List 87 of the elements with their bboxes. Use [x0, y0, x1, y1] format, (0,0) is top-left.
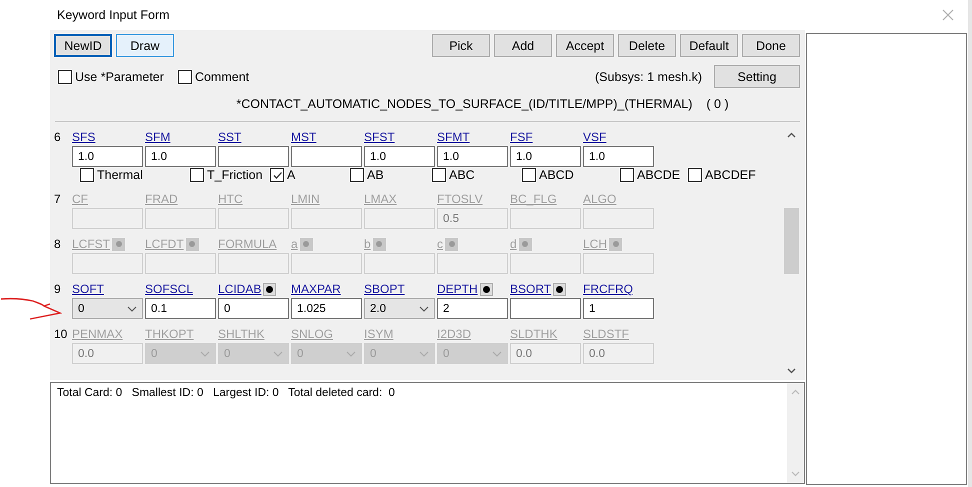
input-field[interactable]: 1.025	[291, 298, 362, 319]
scrollbar-thumb[interactable]	[784, 208, 799, 274]
field-label-link[interactable]: SST	[218, 130, 242, 144]
pick-button[interactable]	[553, 282, 566, 296]
card-number: 10	[53, 327, 68, 343]
input-field[interactable]: 1.0	[437, 146, 508, 167]
chevron-down-icon	[273, 350, 283, 356]
checkbox-label: Thermal	[97, 168, 143, 182]
chevron-down-icon	[419, 350, 429, 356]
input-field[interactable]	[510, 298, 581, 319]
checkbox[interactable]	[270, 168, 284, 182]
window-title: Keyword Input Form	[57, 8, 170, 22]
card-number: 7	[53, 192, 62, 208]
checkbox-label: ABCDEF	[705, 168, 756, 182]
setting-button[interactable]: Setting	[714, 65, 800, 88]
field-label-link[interactable]: MST	[291, 130, 316, 144]
field-label-link[interactable]: BSORT	[510, 282, 552, 296]
dropdown-field[interactable]: 2.0	[364, 298, 435, 319]
field-label-link[interactable]: SBOPT	[364, 282, 405, 296]
checkbox-label: Comment	[194, 70, 250, 84]
toolbar-button[interactable]: NewID	[54, 34, 112, 57]
chevron-down-icon	[346, 350, 356, 356]
chevron-down-icon	[127, 306, 137, 312]
chevron-down-icon	[419, 306, 429, 312]
input-field[interactable]: 0.1	[145, 298, 216, 319]
checkbox[interactable]	[688, 168, 702, 182]
toolbar-button[interactable]: Default	[680, 34, 738, 57]
checkbox[interactable]	[178, 70, 192, 84]
field-label-link[interactable]: MAXPAR	[291, 282, 341, 296]
checkmark-icon	[272, 170, 282, 180]
message-text: Total Card: 0 Smallest ID: 0 Largest ID: 0 Total deleted card: 0	[56, 386, 396, 401]
chevron-down-icon	[200, 350, 210, 356]
field-label-link[interactable]: DEPTH	[437, 282, 478, 296]
toolbar-button[interactable]: Add	[494, 34, 552, 57]
dropdown-field[interactable]: 0	[72, 298, 143, 319]
toolbar-button[interactable]: Pick	[432, 34, 490, 57]
checkbox-label: ABCDE	[637, 168, 680, 182]
field-label-link[interactable]: SFST	[364, 130, 395, 144]
field-label-link[interactable]: LCIDAB	[218, 282, 262, 296]
input-field[interactable]: 2	[437, 298, 508, 319]
checkbox-label: Use *Parameter	[75, 70, 164, 84]
pick-button[interactable]	[480, 282, 493, 296]
keyword-title: *CONTACT_AUTOMATIC_NODES_TO_SURFACE_(ID/TITLE/MPP)_(THERMAL)	[236, 97, 692, 111]
toolbar-button[interactable]: Accept	[556, 34, 614, 57]
input-field[interactable]: 1.0	[145, 146, 216, 167]
input-field[interactable]: 1.0	[72, 146, 143, 167]
checkbox[interactable]	[80, 168, 94, 182]
checkbox[interactable]	[350, 168, 364, 182]
card-number: 6	[53, 130, 62, 146]
input-field[interactable]: 1.0	[510, 146, 581, 167]
checkbox[interactable]	[190, 168, 204, 182]
field-label-link[interactable]: FSF	[510, 130, 533, 144]
checkbox[interactable]	[620, 168, 634, 182]
checkbox-label: ABC	[449, 168, 475, 182]
toolbar-button[interactable]: Delete	[618, 34, 676, 57]
checkbox[interactable]	[522, 168, 536, 182]
field-label-link[interactable]: SOFSCL	[145, 282, 194, 296]
card-number: 8	[53, 237, 62, 253]
scroll-down-icon[interactable]	[787, 368, 796, 374]
field-label-link[interactable]: SFS	[72, 130, 96, 144]
input-field[interactable]: 0	[218, 298, 289, 319]
annotation-arrow-drawing	[0, 297, 62, 321]
checkbox-label: A	[287, 168, 296, 182]
checkbox-label: ABCD	[539, 168, 574, 182]
checkbox[interactable]	[58, 70, 72, 84]
pick-button[interactable]	[263, 282, 276, 296]
input-field[interactable]: 1.0	[364, 146, 435, 167]
checkbox-label: AB	[367, 168, 384, 182]
input-field[interactable]	[218, 146, 289, 167]
toolbar-button[interactable]: Done	[742, 34, 800, 57]
chevron-down-icon	[492, 350, 502, 356]
field-label-link[interactable]: VSF	[583, 130, 606, 144]
toolbar-button[interactable]: Draw	[116, 34, 174, 57]
input-field[interactable]	[291, 146, 362, 167]
field-label-link[interactable]: FRCFRQ	[583, 282, 633, 296]
subsys-label: (Subsys: 1 mesh.k)	[595, 70, 702, 84]
card-number: 9	[53, 282, 62, 298]
scroll-up-icon[interactable]	[787, 132, 796, 138]
checkbox[interactable]	[432, 168, 446, 182]
input-field[interactable]: 1.0	[583, 146, 654, 167]
field-label-link[interactable]: SFM	[145, 130, 170, 144]
keyword-count: ( 0 )	[706, 97, 729, 111]
close-icon[interactable]	[942, 9, 954, 21]
input-field[interactable]: 1	[583, 298, 654, 319]
checkbox-label: T_Friction	[207, 168, 263, 182]
field-label-link[interactable]: SFMT	[437, 130, 470, 144]
field-label-link[interactable]: SOFT	[72, 282, 104, 296]
